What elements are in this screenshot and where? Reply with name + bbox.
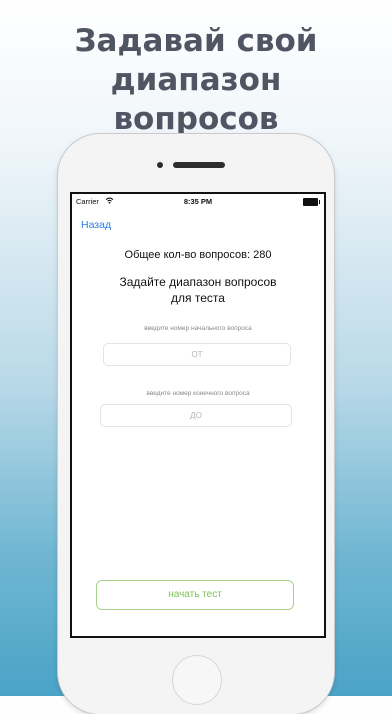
range-prompt: Задайте диапазон вопросов для теста (72, 274, 324, 306)
start-test-button[interactable]: начать тест (96, 580, 294, 610)
end-question-hint: введите номер конечного вопроса (146, 390, 250, 397)
home-button (172, 655, 222, 705)
back-button[interactable]: Назад (81, 219, 111, 231)
earpiece-speaker (173, 162, 225, 168)
phone-frame: Carrier 8:35 PM Назад Общее кол-во вопро… (58, 134, 334, 714)
end-question-input[interactable]: ДО (100, 404, 292, 427)
front-camera (157, 162, 163, 168)
start-question-hint: введите номер начального вопроса (144, 325, 252, 332)
total-questions-label: Общее кол-во вопросов: 280 (124, 249, 272, 261)
start-question-input[interactable]: ОТ (103, 343, 291, 366)
headline-line-1: Задавай свой диапазон (74, 23, 318, 98)
battery-icon (303, 198, 320, 206)
status-bar: Carrier 8:35 PM (72, 194, 324, 208)
marketing-headline: Задавай свой диапазон вопросов (0, 22, 392, 139)
prompt-line-2: для теста (171, 291, 225, 305)
app-screen: Carrier 8:35 PM Назад Общее кол-во вопро… (70, 192, 326, 638)
prompt-line-1: Задайте диапазон вопросов (119, 275, 277, 289)
status-time: 8:35 PM (183, 197, 213, 206)
